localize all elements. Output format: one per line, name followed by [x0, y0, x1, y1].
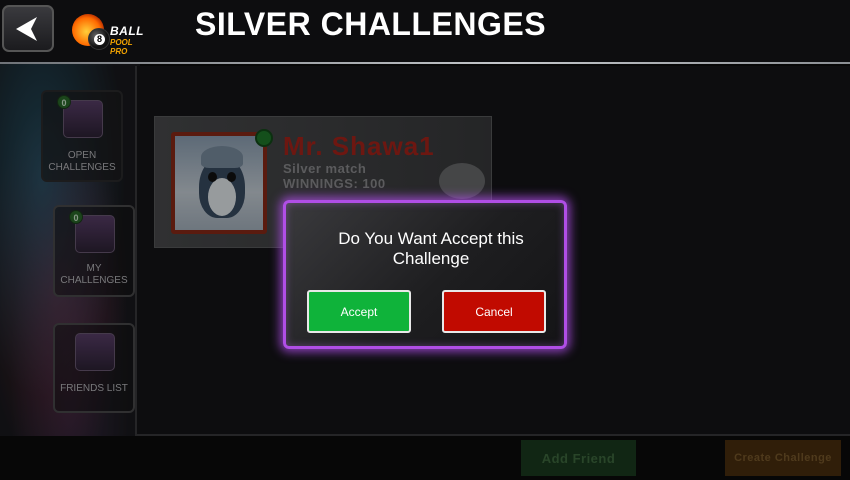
accept-challenge-dialog: Do You Want Accept this Challenge Accept…	[283, 200, 567, 349]
cancel-button[interactable]: Cancel	[442, 290, 546, 333]
header-bar: 8 BALL POOL PRO SILVER CHALLENGES	[0, 0, 850, 62]
logo-text-ball: BALL	[110, 24, 144, 38]
eight-ball-icon: 8	[88, 28, 110, 50]
logo-text-pool: POOL PRO	[110, 38, 133, 56]
dialog-message: Do You Want Accept this Challenge	[338, 229, 524, 268]
accept-button[interactable]: Accept	[307, 290, 411, 333]
back-button[interactable]	[2, 5, 54, 52]
app-logo: 8 BALL POOL PRO	[70, 11, 144, 56]
back-arrow-icon	[16, 16, 37, 41]
page-title: SILVER CHALLENGES	[195, 6, 547, 42]
